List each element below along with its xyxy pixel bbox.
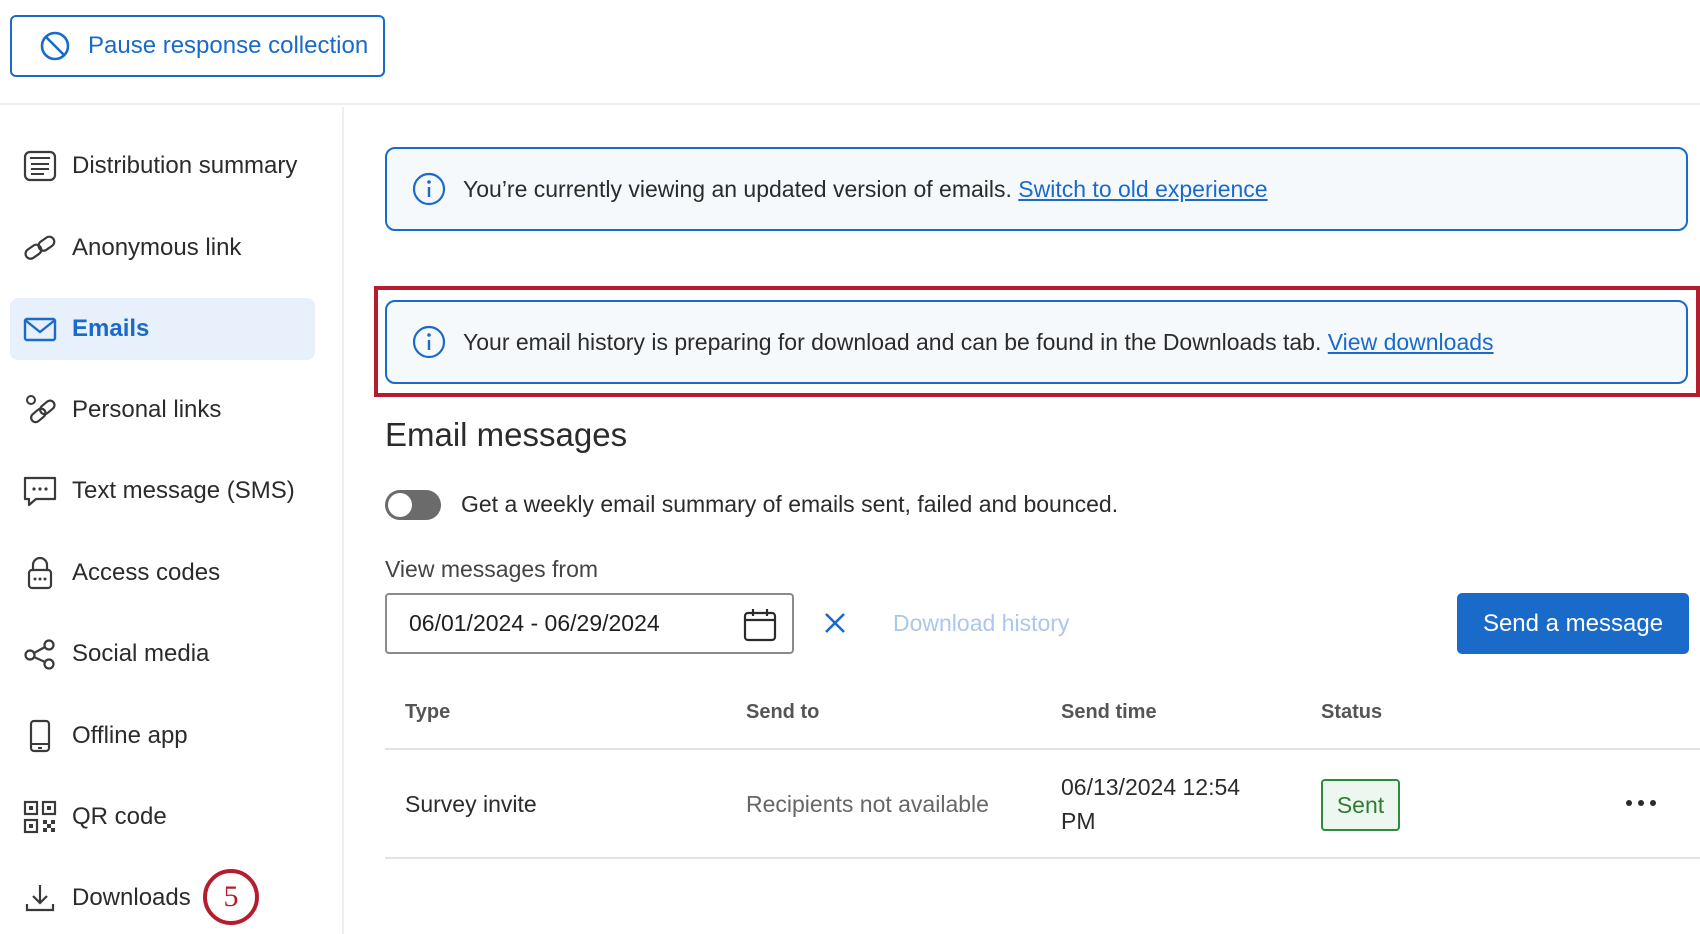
sidebar-item-label: Downloads [72,884,191,911]
sidebar-item-label: Distribution summary [72,152,298,179]
row-send-time-date: 06/13/2024 12:54 [1061,774,1241,800]
page-title: Email messages [385,416,628,453]
sidebar-item-personal-links[interactable]: Personal links [10,379,315,441]
updated-experience-banner: You’re currently viewing an updated vers… [385,147,1688,231]
more-options-icon[interactable] [1620,786,1662,820]
sidebar-item-label: Text message (SMS) [72,477,295,504]
step-number-badge: 5 [203,869,259,925]
sidebar-item-distribution-summary[interactable]: Distribution summary [10,135,315,197]
weekly-summary-label: Get a weekly email summary of emails sen… [461,491,1119,517]
sidebar-item-label: Emails [72,315,150,342]
sidebar-item-anonymous-link[interactable]: Anonymous link [10,217,315,279]
clear-date-icon[interactable] [818,606,852,640]
date-range-input[interactable]: 06/01/2024 - 06/29/2024 [385,593,794,654]
link-icon [24,235,56,260]
share-icon [24,639,55,670]
column-header-status: Status [1321,701,1383,723]
row-send-to: Recipients not available [746,791,989,817]
sidebar-item-label: Personal links [72,396,222,423]
toggle-knob [388,493,412,517]
qr-code-icon [23,800,57,834]
envelope-icon [23,317,57,342]
view-downloads-link[interactable]: View downloads [1328,329,1494,355]
download-icon [25,885,55,912]
lock-icon [27,556,53,590]
sms-icon [23,476,57,507]
info-icon [412,172,446,206]
date-filter-label: View messages from [385,556,599,582]
row-send-time-period: PM [1061,808,1096,834]
download-history-button[interactable]: Download history [893,610,1069,637]
column-header-send-time: Send time [1061,701,1157,723]
sidebar-item-access-codes[interactable]: Access codes [10,542,315,604]
sidebar-item-label: QR code [72,803,167,830]
distribution-summary-icon [23,150,57,182]
calendar-icon[interactable] [742,607,778,643]
sidebar-item-qr-code[interactable]: QR code [10,786,315,848]
sidebar-item-emails[interactable]: Emails [10,298,315,360]
table-row-divider [385,857,1700,859]
sidebar-item-social-media[interactable]: Social media [10,623,315,685]
row-type: Survey invite [405,791,537,817]
table-header-divider [385,748,1700,750]
sidebar-item-text-message[interactable]: Text message (SMS) [10,460,315,522]
sidebar-item-downloads[interactable]: Downloads [10,867,315,929]
download-preparing-banner: Your email history is preparing for down… [385,300,1688,384]
status-badge: Sent [1321,779,1400,831]
column-header-type: Type [405,701,451,723]
weekly-summary-toggle[interactable] [385,490,441,520]
sidebar-item-label: Offline app [72,722,188,749]
date-range-value: 06/01/2024 - 06/29/2024 [409,610,660,636]
sidebar-item-label: Anonymous link [72,234,242,261]
mobile-icon [29,719,51,753]
pause-button-label: Pause response collection [88,32,369,59]
sidebar-item-offline-app[interactable]: Offline app [10,705,315,767]
personal-link-icon [26,395,56,424]
sidebar: Distribution summary Anonymous link Emai… [0,107,344,934]
info-icon [412,325,446,359]
switch-old-experience-link[interactable]: Switch to old experience [1018,176,1267,202]
block-icon [40,31,70,61]
send-message-button[interactable]: Send a message [1457,593,1689,654]
sidebar-item-label: Social media [72,640,210,667]
top-bar: Pause response collection [0,0,1700,105]
column-header-send-to: Send to [746,701,820,723]
banner-text: Your email history is preparing for down… [463,328,1494,355]
pause-response-collection-button[interactable]: Pause response collection [10,15,385,77]
sidebar-item-label: Access codes [72,559,221,586]
banner-text: You’re currently viewing an updated vers… [463,175,1268,202]
